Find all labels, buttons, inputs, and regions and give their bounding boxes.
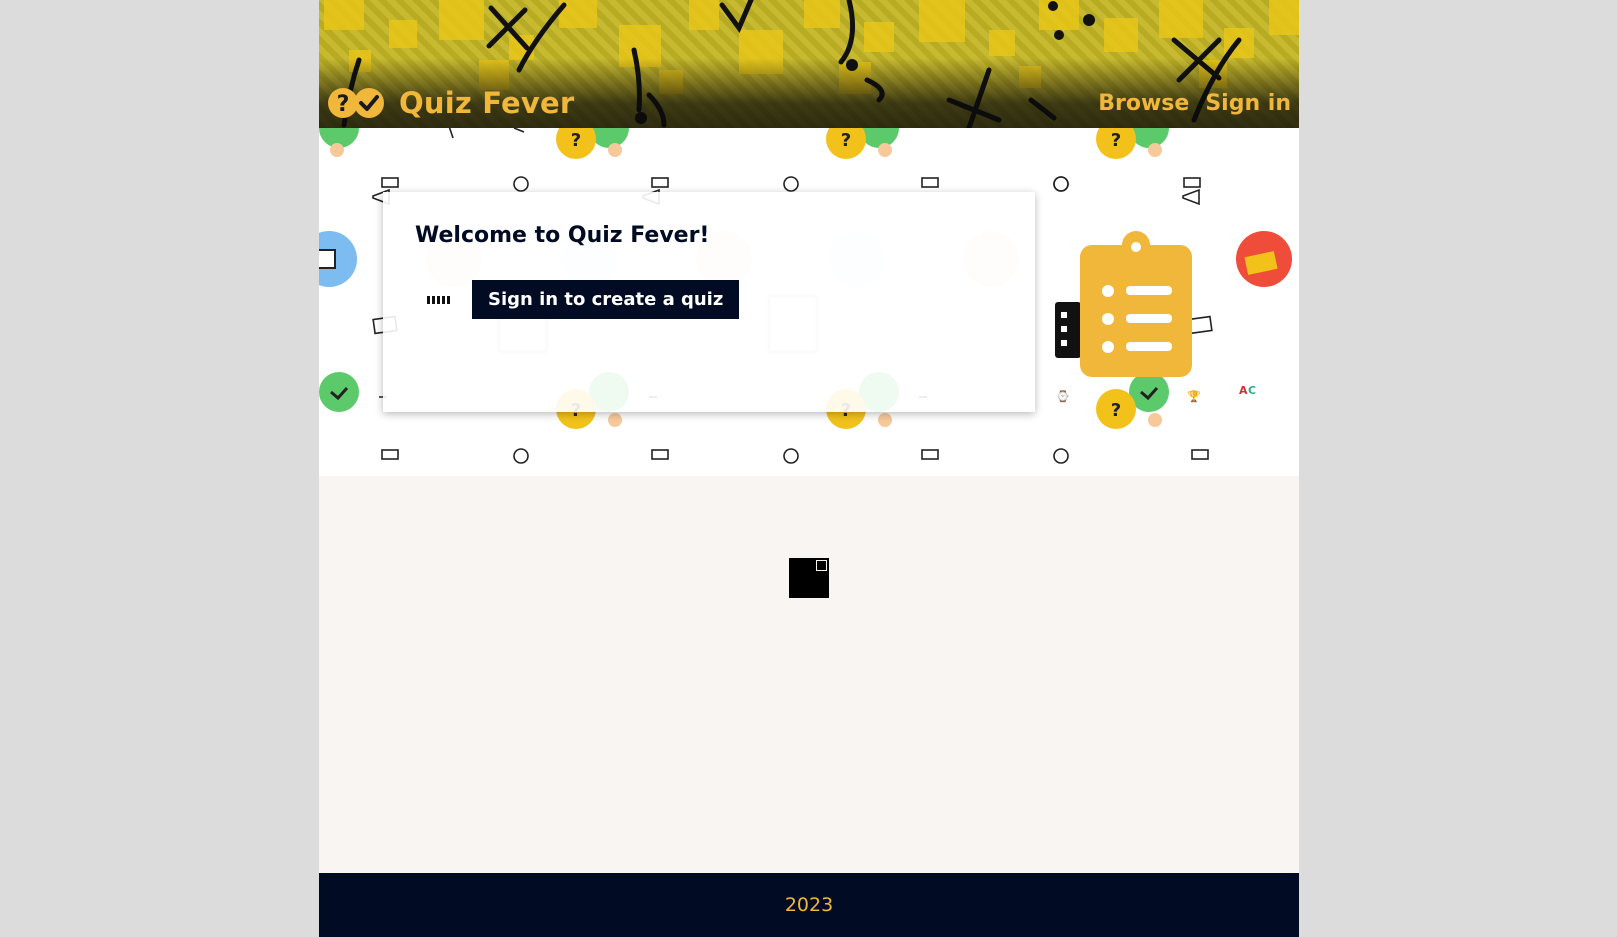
nav-sign-in-link[interactable]: Sign in [1205, 91, 1291, 116]
svg-text:A: A [1239, 384, 1248, 397]
welcome-heading: Welcome to Quiz Fever! [415, 223, 710, 248]
svg-text:?: ? [1111, 400, 1121, 421]
welcome-card: Welcome to Quiz Fever! Sign in to create… [383, 192, 1035, 412]
loading-indicator [427, 296, 455, 304]
clipboard-list-icon [1080, 231, 1192, 377]
svg-text:?: ? [841, 130, 851, 151]
hero-section: ??? ??? [319, 128, 1299, 476]
site-header: ? Quiz Fever Browse Sign in [319, 0, 1299, 128]
home-logo-link[interactable]: ? Quiz Fever [327, 86, 574, 120]
app-frame: ? Quiz Fever Browse Sign in ? ? ? ? A C … [319, 0, 1299, 937]
loading-icon [789, 558, 829, 598]
nav-browse-link[interactable]: Browse [1098, 91, 1189, 116]
footer-year: 2023 [784, 894, 834, 916]
header-nav: Browse Sign in [1098, 91, 1291, 116]
sign-in-to-create-quiz-button[interactable]: Sign in to create a quiz [472, 280, 740, 319]
site-footer: 2023 [319, 873, 1299, 937]
svg-text:🏆: 🏆 [1187, 390, 1201, 403]
svg-text:?: ? [571, 130, 581, 151]
app-title: Quiz Fever [399, 86, 575, 120]
question-check-logo-icon: ? [328, 88, 384, 118]
svg-text:?: ? [1111, 130, 1121, 151]
svg-text:⌚: ⌚ [1056, 390, 1070, 403]
svg-text:?: ? [337, 92, 350, 117]
main-content [319, 476, 1299, 873]
svg-text:C: C [1248, 384, 1256, 397]
